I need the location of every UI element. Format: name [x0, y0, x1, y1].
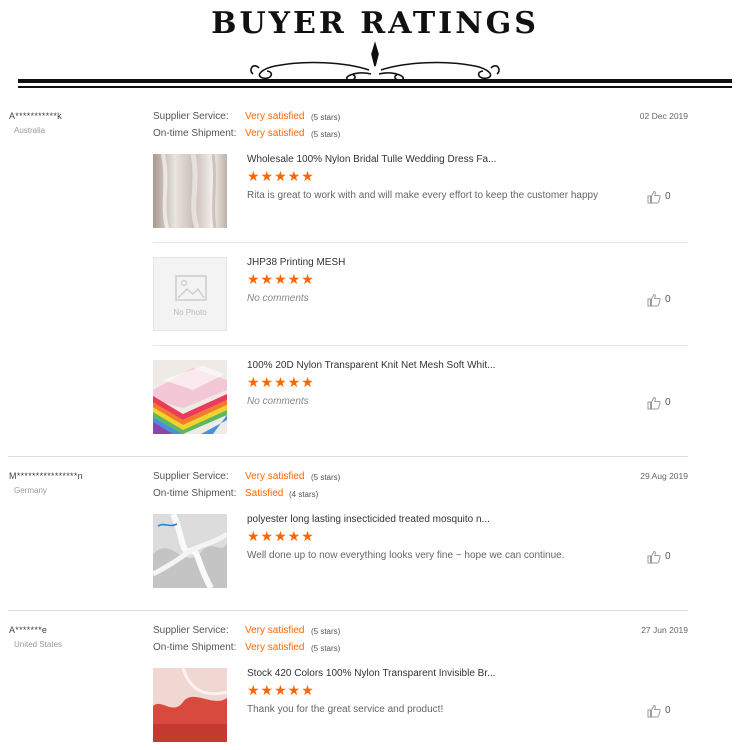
supplier-service-label: Supplier Service:	[153, 471, 229, 482]
rating-stars: ★★★★★	[247, 374, 315, 390]
product-thumbnail[interactable]	[153, 360, 227, 434]
thumbs-up-icon	[647, 396, 661, 410]
ontime-shipment-value: Satisfied	[245, 488, 284, 499]
review-item: Stock 420 Colors 100% Nylon Transparent …	[153, 668, 688, 743]
like-count: 0	[665, 191, 671, 202]
supplier-service-value: Very satisfied	[245, 111, 305, 122]
ornamental-flourish-icon	[250, 41, 500, 81]
supplier-service-stars: (5 stars)	[311, 627, 341, 636]
thumbs-up-icon	[647, 293, 661, 307]
like-count: 0	[665, 705, 671, 716]
thumbs-up-icon	[647, 550, 661, 564]
review-divider	[8, 456, 688, 457]
review-item: Wholesale 100% Nylon Bridal Tulle Weddin…	[153, 154, 688, 229]
supplier-service-label: Supplier Service:	[153, 625, 229, 636]
product-thumbnail[interactable]	[153, 154, 227, 228]
supplier-service-value: Very satisfied	[245, 625, 305, 636]
ontime-shipment-value: Very satisfied	[245, 642, 305, 653]
buyer-name: A*******e	[9, 625, 48, 635]
item-divider	[153, 345, 688, 346]
product-title[interactable]: polyester long lasting insecticided trea…	[247, 514, 490, 525]
like-count: 0	[665, 294, 671, 305]
item-divider	[153, 242, 688, 243]
ontime-shipment-label: On-time Shipment:	[153, 488, 237, 499]
no-photo-label: No Photo	[173, 308, 207, 317]
rating-stars: ★★★★★	[247, 528, 315, 544]
ontime-shipment-stars: (5 stars)	[311, 130, 341, 139]
product-title[interactable]: Stock 420 Colors 100% Nylon Transparent …	[247, 668, 495, 679]
ontime-shipment-value: Very satisfied	[245, 128, 305, 139]
supplier-service-label: Supplier Service:	[153, 111, 229, 122]
page-title: BUYER RATINGS	[211, 6, 539, 41]
buyer-name: M****************n	[9, 471, 83, 481]
ontime-shipment-stars: (4 stars)	[289, 490, 319, 499]
rating-stars: ★★★★★	[247, 682, 315, 698]
review-date: 27 Jun 2019	[641, 625, 688, 635]
product-title[interactable]: Wholesale 100% Nylon Bridal Tulle Weddin…	[247, 154, 496, 165]
buyer-country: Australia	[14, 126, 46, 135]
review-divider	[8, 610, 688, 611]
review-comment: No comments	[247, 293, 309, 304]
review-date: 29 Aug 2019	[640, 471, 688, 481]
buyer-name: A***********k	[9, 111, 62, 121]
product-title[interactable]: JHP38 Printing MESH	[247, 257, 345, 268]
review-comment: Rita is great to work with and will make…	[247, 190, 599, 201]
product-title[interactable]: 100% 20D Nylon Transparent Knit Net Mesh…	[247, 360, 495, 371]
page-header: BUYER RATINGS	[0, 0, 750, 92]
supplier-service-stars: (5 stars)	[311, 473, 341, 482]
rating-stars: ★★★★★	[247, 168, 315, 184]
buyer-country: United States	[14, 640, 63, 649]
review-date: 02 Dec 2019	[639, 111, 688, 121]
review-item: 100% 20D Nylon Transparent Knit Net Mesh…	[153, 360, 688, 435]
thumbs-up-icon	[647, 190, 661, 204]
review-comment: Well done up to now everything looks ver…	[247, 550, 565, 561]
review-item: polyester long lasting insecticided trea…	[153, 514, 688, 589]
like-count: 0	[665, 551, 671, 562]
ontime-shipment-label: On-time Shipment:	[153, 128, 237, 139]
rating-stars: ★★★★★	[247, 271, 315, 287]
product-thumbnail-placeholder[interactable]: No Photo	[153, 257, 227, 331]
header-rule-thick	[18, 79, 732, 83]
ontime-shipment-stars: (5 stars)	[311, 644, 341, 653]
image-placeholder-icon	[175, 275, 207, 301]
review-comment: No comments	[247, 396, 309, 407]
product-thumbnail[interactable]	[153, 514, 227, 588]
supplier-service-stars: (5 stars)	[311, 113, 341, 122]
supplier-service-value: Very satisfied	[245, 471, 305, 482]
review-item: No Photo JHP38 Printing MESH ★★★★★ No co…	[153, 257, 688, 332]
header-rule-thin	[18, 86, 732, 88]
ontime-shipment-label: On-time Shipment:	[153, 642, 237, 653]
like-count: 0	[665, 397, 671, 408]
buyer-country: Germany	[14, 486, 47, 495]
product-thumbnail[interactable]	[153, 668, 227, 742]
review-comment: Thank you for the great service and prod…	[247, 704, 444, 715]
thumbs-up-icon	[647, 704, 661, 718]
